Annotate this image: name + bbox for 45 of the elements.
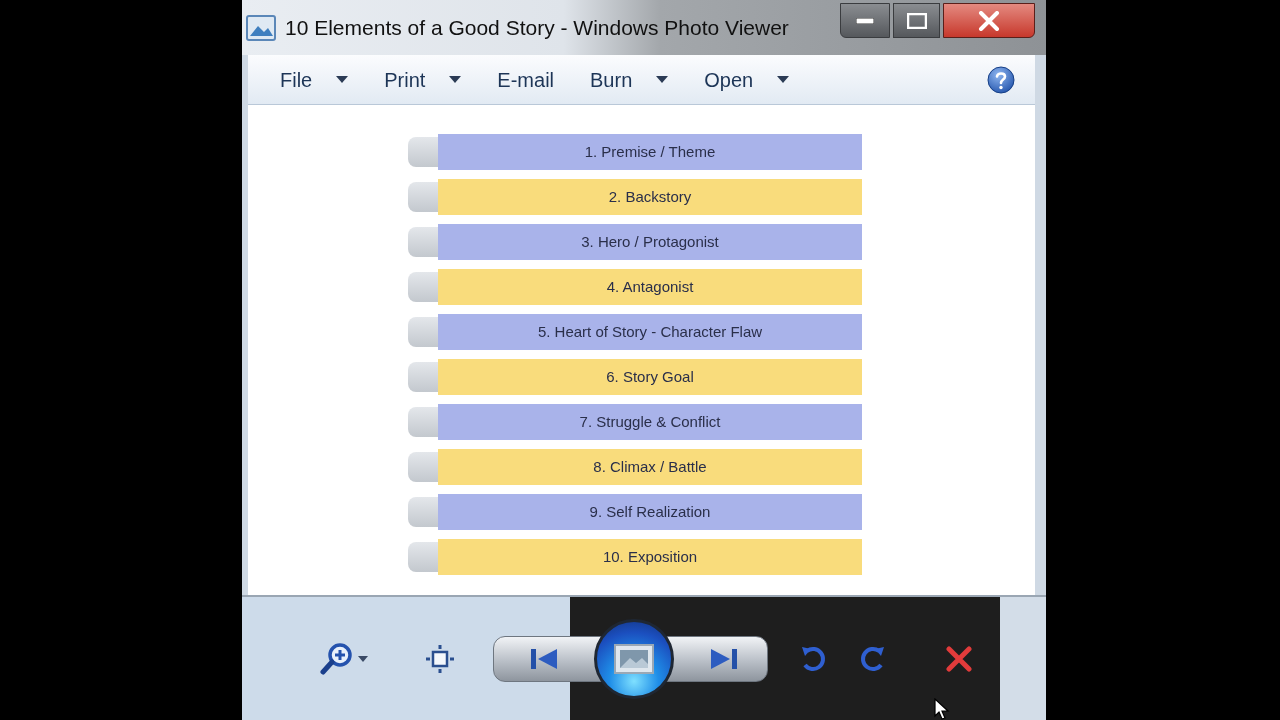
tab-marker-icon bbox=[408, 317, 438, 347]
previous-icon bbox=[530, 646, 558, 671]
minimize-icon bbox=[856, 17, 874, 24]
list-item-bar: 1. Premise / Theme bbox=[438, 134, 862, 170]
list-item-bar: 3. Hero / Protagonist bbox=[438, 224, 862, 260]
next-icon bbox=[710, 646, 738, 671]
rotate-left-icon bbox=[799, 644, 827, 673]
help-icon bbox=[987, 65, 1015, 94]
maximize-button[interactable] bbox=[893, 3, 940, 38]
picture-frame-icon bbox=[614, 643, 654, 674]
list-item-bar: 10. Exposition bbox=[438, 539, 862, 575]
tab-marker-icon bbox=[408, 452, 438, 482]
tab-marker-icon bbox=[408, 497, 438, 527]
mouse-pointer-icon bbox=[934, 698, 950, 720]
zoom-in-icon bbox=[320, 641, 354, 676]
list-item-bar: 8. Climax / Battle bbox=[438, 449, 862, 485]
menu-button[interactable]: Burn bbox=[582, 62, 677, 97]
menu-button[interactable]: E-mail bbox=[489, 62, 563, 97]
tab-marker-icon bbox=[408, 272, 438, 302]
tab-marker-icon bbox=[408, 137, 438, 167]
tab-marker-icon bbox=[408, 407, 438, 437]
menu-button[interactable]: Open bbox=[696, 62, 798, 97]
menu-button[interactable]: Print bbox=[376, 62, 470, 97]
picture-icon bbox=[246, 13, 276, 42]
rotate-right-icon bbox=[859, 644, 887, 673]
tab-marker-icon bbox=[408, 362, 438, 392]
window-title: 10 Elements of a Good Story - Windows Photo Viewer bbox=[285, 14, 789, 41]
tab-marker-icon bbox=[408, 182, 438, 212]
help-button[interactable] bbox=[987, 65, 1015, 94]
tab-marker-icon bbox=[408, 542, 438, 572]
menu-button[interactable]: File bbox=[272, 62, 357, 97]
list-item-bar: 9. Self Realization bbox=[438, 494, 862, 530]
fit-to-window-icon bbox=[425, 643, 455, 674]
list-item-bar: 2. Backstory bbox=[438, 179, 862, 215]
delete-icon bbox=[945, 645, 973, 672]
list-item-bar: 6. Story Goal bbox=[438, 359, 862, 395]
close-button[interactable] bbox=[943, 3, 1035, 38]
list-item-bar: 5. Heart of Story - Character Flaw bbox=[438, 314, 862, 350]
maximize-icon bbox=[906, 12, 927, 29]
list-item-bar: 4. Antagonist bbox=[438, 269, 862, 305]
caret-icon bbox=[358, 655, 368, 662]
minimize-button[interactable] bbox=[840, 3, 890, 38]
close-icon bbox=[978, 10, 1000, 31]
tab-marker-icon bbox=[408, 227, 438, 257]
list-item-bar: 7. Struggle & Conflict bbox=[438, 404, 862, 440]
